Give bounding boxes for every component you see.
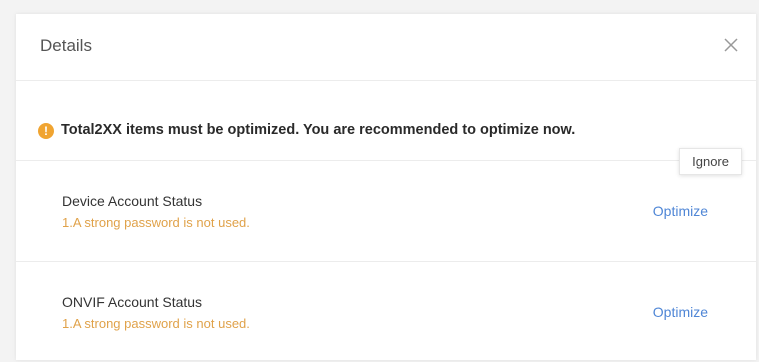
optimize-device-account-link[interactable]: Optimize [653, 203, 708, 219]
optimization-banner: ! Total2XX items must be optimized. You … [16, 80, 756, 175]
list-item-onvif-account: ONVIF Account Status 1.A strong password… [16, 262, 756, 362]
item-warning-text: 1.A strong password is not used. [62, 316, 250, 331]
optimize-onvif-account-link[interactable]: Optimize [653, 304, 708, 320]
dialog-header: Details [16, 14, 756, 81]
ignore-button[interactable]: Ignore [679, 148, 742, 175]
close-icon[interactable] [720, 34, 742, 56]
warning-icon: ! [38, 123, 54, 139]
dialog-title: Details [40, 36, 92, 55]
item-title: ONVIF Account Status [62, 294, 203, 310]
details-dialog: Details ! Total2XX items must be optimiz… [16, 14, 756, 360]
item-warning-text: 1.A strong password is not used. [62, 215, 250, 230]
banner-message: Total2XX items must be optimized. You ar… [61, 122, 576, 138]
list-item-device-account: Device Account Status 1.A strong passwor… [16, 161, 756, 262]
item-title: Device Account Status [62, 193, 203, 209]
